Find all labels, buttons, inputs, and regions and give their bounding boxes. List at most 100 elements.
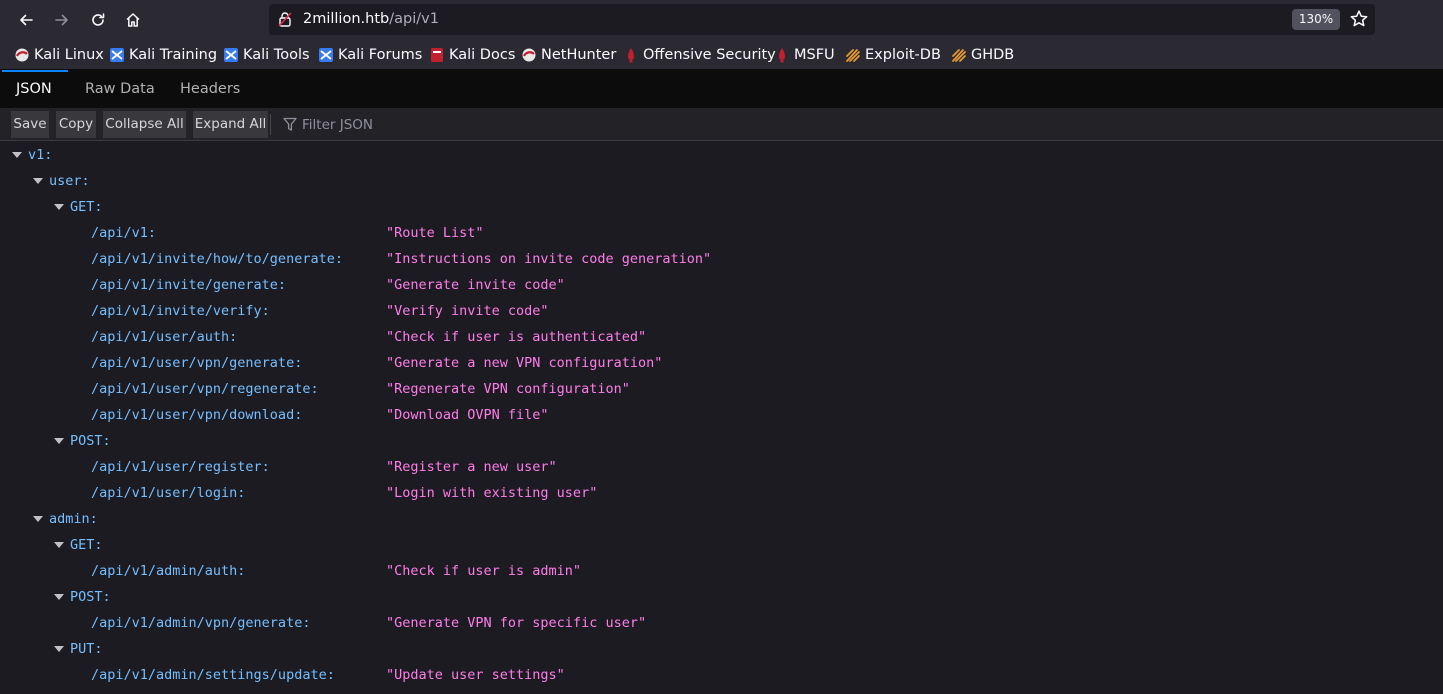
expand-arrow-icon[interactable] (33, 516, 43, 522)
bookmark-label: Offensive Security (643, 47, 776, 63)
tree-row-endpoint[interactable]: /api/v1/invite/how/to/generate: "Instruc… (0, 246, 1443, 272)
tree-row-endpoint[interactable]: /api/v1/invite/verify: "Verify invite co… (0, 298, 1443, 324)
url-bar[interactable]: 2million.htb/api/v1 130% (269, 4, 1375, 35)
bookmark-kali-docs[interactable]: Kali Docs (429, 45, 515, 65)
filter-json-input[interactable] (302, 115, 602, 134)
bookmark-label: Kali Training (129, 47, 218, 63)
bookmark-label: Kali Tools (243, 47, 310, 63)
copy-button[interactable]: Copy (56, 111, 96, 138)
json-value: "Instructions on invite code generation" (386, 251, 712, 267)
bookmark-exploit-db[interactable]: Exploit-DB (845, 45, 941, 65)
tree-row-endpoint[interactable]: /api/v1: "Route List" (0, 220, 1443, 246)
reload-icon (92, 13, 105, 26)
bookmark-label: MSFU (794, 47, 835, 63)
url-host: 2million.htb (303, 11, 390, 27)
kali-tools-icon (224, 48, 238, 62)
tree-row-endpoint[interactable]: /api/v1/user/login: "Login with existing… (0, 480, 1443, 506)
json-key: admin: (49, 511, 98, 527)
offsec-icon (628, 48, 634, 63)
expand-arrow-icon[interactable] (54, 438, 64, 444)
json-key: /api/v1/admin/vpn/generate: (91, 615, 311, 631)
json-key: /api/v1/user/register: (91, 459, 270, 475)
json-viewer-tabs: JSON Raw Data Headers (0, 70, 1443, 108)
forward-button[interactable] (48, 6, 76, 34)
json-value: "Download OVPN file" (386, 407, 549, 423)
url-text[interactable]: 2million.htb/api/v1 (303, 10, 439, 28)
bookmark-kali-training[interactable]: Kali Training (109, 45, 217, 65)
json-key: /api/v1/user/auth: (91, 329, 238, 345)
tree-row-user-get[interactable]: GET: (0, 194, 1443, 220)
bookmarks-toolbar: Kali Linux Kali Training Kali Tools Kali… (0, 40, 1443, 70)
tree-row-admin[interactable]: admin: (0, 506, 1443, 532)
expand-all-button[interactable]: Expand All (193, 111, 268, 138)
bookmark-kali-forums[interactable]: Kali Forums (318, 45, 422, 65)
tab-json[interactable]: JSON (16, 70, 52, 108)
nethunter-icon (522, 48, 536, 62)
tree-row-endpoint[interactable]: /api/v1/admin/settings/update: "Update u… (0, 662, 1443, 688)
json-key: v1: (28, 147, 53, 163)
insecure-lock-icon[interactable] (277, 11, 293, 27)
tree-row-admin-put[interactable]: PUT: (0, 636, 1443, 662)
tree-row-user-post[interactable]: POST: (0, 428, 1443, 454)
tree-row-endpoint[interactable]: /api/v1/user/vpn/download: "Download OVP… (0, 402, 1443, 428)
tree-row-admin-post[interactable]: POST: (0, 584, 1443, 610)
zoom-level-badge[interactable]: 130% (1292, 9, 1340, 30)
tree-row-endpoint[interactable]: /api/v1/admin/vpn/generate: "Generate VP… (0, 610, 1443, 636)
bookmark-nethunter[interactable]: NetHunter (521, 45, 616, 65)
json-key: /api/v1/admin/auth: (91, 563, 246, 579)
expand-arrow-icon[interactable] (12, 152, 22, 158)
back-button[interactable] (12, 6, 40, 34)
tree-row-endpoint[interactable]: /api/v1/user/register: "Register a new u… (0, 454, 1443, 480)
json-toolbar: Save Copy Collapse All Expand All (0, 108, 1443, 141)
json-value: "Check if user is admin" (386, 563, 582, 579)
json-value: "Register a new user" (386, 459, 557, 475)
json-key: user: (49, 173, 90, 189)
msfu-icon (779, 48, 785, 63)
expand-arrow-icon[interactable] (54, 594, 64, 600)
json-value: "Generate invite code" (386, 277, 565, 293)
json-key: /api/v1/invite/how/to/generate: (91, 251, 343, 267)
bookmark-kali-tools[interactable]: Kali Tools (223, 45, 310, 65)
json-key: /api/v1: (91, 225, 157, 241)
home-button[interactable] (119, 6, 147, 34)
bookmark-kali-linux[interactable]: Kali Linux (14, 45, 104, 65)
reload-button[interactable] (84, 6, 112, 34)
json-value: "Generate a new VPN configuration" (386, 355, 663, 371)
kali-training-icon (110, 48, 124, 62)
bookmark-label: Kali Linux (34, 47, 104, 63)
navigation-toolbar: 2million.htb/api/v1 130% (0, 0, 1443, 40)
bookmark-offensive-security[interactable]: Offensive Security (623, 45, 776, 65)
json-key: /api/v1/user/login: (91, 485, 246, 501)
tree-row-endpoint[interactable]: /api/v1/user/vpn/generate: "Generate a n… (0, 350, 1443, 376)
tree-row-endpoint[interactable]: /api/v1/user/vpn/regenerate: "Regenerate… (0, 376, 1443, 402)
save-button[interactable]: Save (11, 111, 49, 138)
bookmark-ghdb[interactable]: GHDB (951, 45, 1014, 65)
json-key: PUT: (70, 641, 103, 657)
json-key: GET: (70, 537, 103, 553)
tree-row-user[interactable]: user: (0, 168, 1443, 194)
filter-icon (283, 117, 297, 131)
expand-arrow-icon[interactable] (33, 178, 43, 184)
bookmark-star-icon[interactable] (1349, 9, 1369, 29)
tab-raw-data[interactable]: Raw Data (85, 70, 155, 108)
json-value: "Update user settings" (386, 667, 565, 683)
expand-arrow-icon[interactable] (54, 542, 64, 548)
tab-headers[interactable]: Headers (180, 70, 240, 108)
tree-row-admin-get[interactable]: GET: (0, 532, 1443, 558)
expand-arrow-icon[interactable] (54, 204, 64, 210)
tree-row-endpoint[interactable]: /api/v1/invite/generate: "Generate invit… (0, 272, 1443, 298)
json-key: /api/v1/invite/verify: (91, 303, 270, 319)
bookmark-label: GHDB (971, 47, 1015, 63)
tree-row-endpoint[interactable]: /api/v1/admin/auth: "Check if user is ad… (0, 558, 1443, 584)
json-value: "Check if user is authenticated" (386, 329, 647, 345)
expand-arrow-icon[interactable] (54, 646, 64, 652)
collapse-all-button[interactable]: Collapse All (103, 111, 186, 138)
ghdb-icon (952, 49, 966, 62)
json-value: "Regenerate VPN configuration" (386, 381, 630, 397)
tree-row-endpoint[interactable]: /api/v1/user/auth: "Check if user is aut… (0, 324, 1443, 350)
tree-row-v1[interactable]: v1: (0, 142, 1443, 168)
kali-dragon-icon (15, 48, 29, 62)
bookmark-msfu[interactable]: MSFU (774, 45, 835, 65)
json-key: POST: (70, 589, 111, 605)
json-tree: v1: user: GET: /api/v1: "Route List" /ap… (0, 142, 1443, 694)
